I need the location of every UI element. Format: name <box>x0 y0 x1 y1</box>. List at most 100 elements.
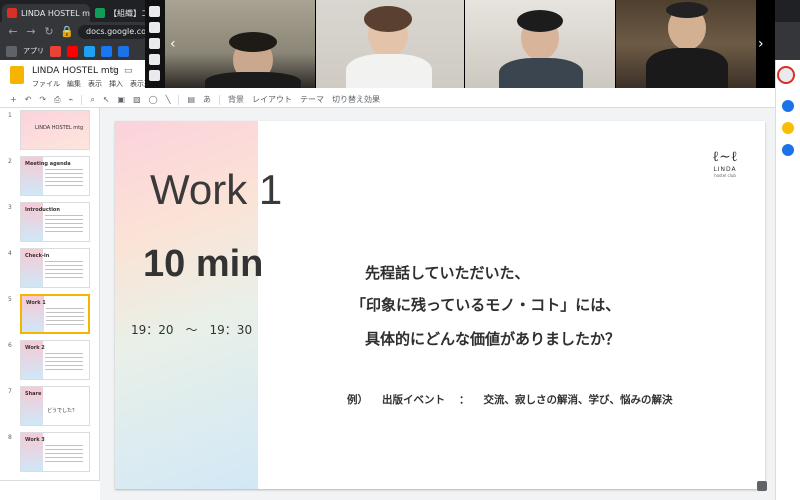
slide-thumbnail[interactable]: 7 Share どうでした？ <box>4 386 96 428</box>
slide-thumbnails-panel: 1 LINDA HOSTEL mtg 2 Meeting agenda 3 In… <box>0 108 100 500</box>
apps-icon[interactable] <box>6 45 17 57</box>
print-icon[interactable]: ⎙ <box>54 95 60 105</box>
slide-time-range[interactable]: 19：20 ～ 19：30 <box>131 321 252 338</box>
menu-insert[interactable]: 挿入 <box>109 79 123 89</box>
paint-format-icon[interactable]: ⌁ <box>69 95 74 104</box>
video-control-icon[interactable] <box>149 6 160 17</box>
video-prev-icon[interactable]: ‹ <box>170 36 176 52</box>
slide-thumbnail-active[interactable]: 5 Work 1 <box>4 294 96 336</box>
participant-video[interactable] <box>165 0 315 88</box>
tasks-icon[interactable] <box>782 144 794 156</box>
youtube-icon[interactable] <box>67 45 78 57</box>
slides-logo-icon[interactable] <box>10 66 24 84</box>
participant-video[interactable] <box>316 0 464 88</box>
slide-title[interactable]: Work 1 <box>150 166 282 214</box>
toolbar-divider <box>219 94 220 105</box>
slide-thumbnail[interactable]: 3 Introduction <box>4 202 96 244</box>
menu-view[interactable]: 表示 <box>88 79 102 89</box>
drive-icon[interactable] <box>118 45 129 57</box>
calendar-icon[interactable] <box>782 100 794 112</box>
thumbnail-title: Work 2 <box>25 345 45 351</box>
tab-organization[interactable]: 【組織】コミ <box>90 4 148 22</box>
star-icon[interactable]: ☆ <box>110 66 118 76</box>
text-color-icon[interactable]: あ <box>203 94 211 105</box>
video-next-icon[interactable]: › <box>758 36 764 52</box>
redo-icon[interactable]: ↷ <box>39 95 46 104</box>
twitter-icon[interactable] <box>84 45 95 57</box>
video-controls <box>145 0 165 88</box>
transition-button[interactable]: 切り替え効果 <box>332 94 380 105</box>
thumbnail-lines <box>45 353 83 373</box>
slide-thumbnail[interactable]: 6 Work 2 <box>4 340 96 382</box>
slide-duration[interactable]: 10 min <box>143 243 263 286</box>
url-field[interactable]: docs.google.com <box>78 25 148 39</box>
folder-icon[interactable]: ▭ <box>124 66 133 76</box>
theme-button[interactable]: テーマ <box>300 94 324 105</box>
textbox-icon[interactable]: ▣ <box>118 95 126 104</box>
slide-thumbnail[interactable]: 4 Check-in <box>4 248 96 290</box>
tab-title: 【組織】コミ <box>109 8 148 18</box>
example-event: 出版イベント <box>382 394 445 406</box>
video-control-icon[interactable] <box>149 22 160 33</box>
linda-logo-icon: ℓ∼ℓ <box>712 149 738 165</box>
undo-icon[interactable]: ↶ <box>25 95 32 104</box>
participant-video[interactable] <box>616 0 756 88</box>
shape-icon[interactable]: ◯ <box>149 95 158 104</box>
slides-favicon-icon <box>7 8 17 18</box>
gmail-icon[interactable] <box>50 45 61 57</box>
back-icon[interactable]: ← <box>6 25 20 39</box>
video-control-icon[interactable] <box>149 38 160 49</box>
video-control-icon[interactable] <box>149 54 160 65</box>
thumbnail-number: 8 <box>8 434 12 441</box>
question-line[interactable]: 先程話していただいた、 <box>365 262 530 283</box>
account-avatar[interactable] <box>777 66 795 84</box>
slide-thumbnail[interactable]: 2 Meeting agenda <box>4 156 96 198</box>
example-separator: ： <box>459 394 470 406</box>
thumbnail-title: Introduction <box>25 207 60 213</box>
keep-icon[interactable] <box>782 122 794 134</box>
thumbnail-image: Introduction <box>20 202 90 242</box>
thumbnail-image: Check-in <box>20 248 90 288</box>
participant-hair <box>229 32 277 52</box>
participant-cap <box>666 2 708 18</box>
explore-icon[interactable] <box>757 481 767 491</box>
current-slide[interactable]: Work 1 10 min 19：20 ～ 19：30 先程話していただいた、 … <box>115 121 765 489</box>
slide-thumbnail[interactable]: 8 Work 3 <box>4 432 96 474</box>
screen: LINDA HOSTEL mtg 【組織】コミ ← → ↻ 🔒 docs.goo… <box>0 0 800 500</box>
participant-body <box>499 58 583 88</box>
tab-linda-hostel[interactable]: LINDA HOSTEL mtg <box>2 4 90 22</box>
apps-label[interactable]: アプリ <box>23 46 44 56</box>
participant-body <box>646 48 728 88</box>
line-icon[interactable]: ╲ <box>166 95 171 104</box>
new-slide-icon[interactable]: + <box>10 95 17 104</box>
layout-button[interactable]: レイアウト <box>252 94 292 105</box>
thumbnail-number: 6 <box>8 342 12 349</box>
question-line[interactable]: 具体的にどんな価値がありましたか？ <box>365 328 620 349</box>
menu-edit[interactable]: 編集 <box>67 79 81 89</box>
participant-hair <box>517 10 563 32</box>
background-button[interactable]: 背景 <box>228 94 244 105</box>
reload-icon[interactable]: ↻ <box>42 25 56 39</box>
lock-icon: 🔒 <box>60 25 74 38</box>
sheets-favicon-icon <box>95 8 105 18</box>
select-icon[interactable]: ↖ <box>103 95 110 104</box>
document-title[interactable]: LINDA HOSTEL mtg <box>32 66 119 76</box>
example-text[interactable]: 例） 出版イベント ： 交流、寂しさの解消、学び、悩みの解決 <box>347 392 673 407</box>
forward-icon[interactable]: → <box>24 25 38 39</box>
slide-thumbnail[interactable]: 1 LINDA HOSTEL mtg <box>4 110 96 152</box>
thumbnail-title: Share <box>25 391 42 397</box>
image-icon[interactable]: ▨ <box>133 95 141 104</box>
thumbnail-image: Share どうでした？ <box>20 386 90 426</box>
thumbnail-title: Work 3 <box>25 437 45 443</box>
zoom-icon[interactable]: ⌕ <box>90 95 94 105</box>
slides-toolbar: + ↶ ↷ ⎙ ⌁ ⌕ ↖ ▣ ▨ ◯ ╲ ▤ あ 背景 レイアウト テーマ 切… <box>0 92 775 108</box>
brand-logo: ℓ∼ℓ LINDA hostel club <box>705 149 745 178</box>
thumbnail-image: Meeting agenda <box>20 156 90 196</box>
participant-video[interactable] <box>465 0 615 88</box>
comment-icon[interactable]: ▤ <box>187 95 195 104</box>
menu-file[interactable]: ファイル <box>32 79 60 89</box>
facebook-icon[interactable] <box>101 45 112 57</box>
thumbnail-lines <box>45 215 83 235</box>
video-control-icon[interactable] <box>149 70 160 81</box>
question-line[interactable]: 「印象に残っているモノ・コト」には、 <box>351 294 620 315</box>
